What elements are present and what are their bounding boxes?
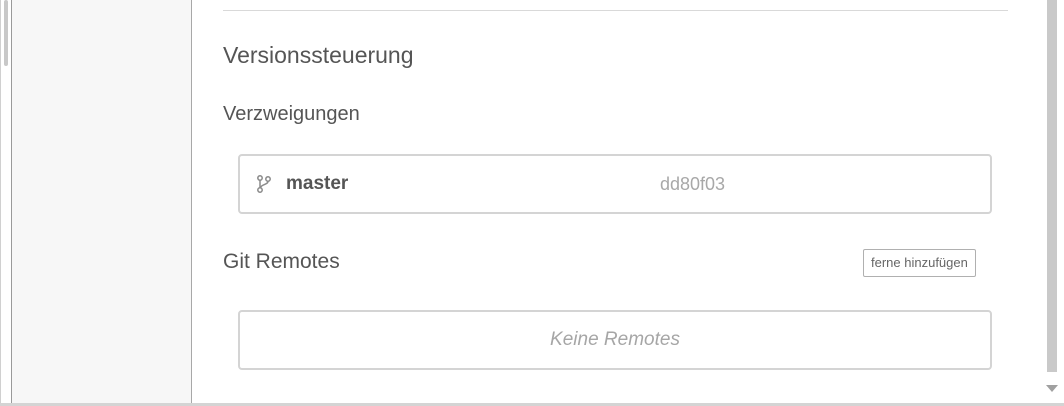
remotes-empty-message: Keine Remotes (550, 329, 680, 350)
section-divider (223, 10, 1008, 11)
git-branch-icon (256, 174, 272, 194)
scrollbar-thumb[interactable] (1047, 0, 1057, 372)
sidebar (12, 0, 192, 404)
branch-list-item[interactable]: master dd80f03 (238, 154, 992, 214)
left-scroll-edge (0, 0, 12, 404)
branch-name: master (286, 173, 349, 194)
vertical-scrollbar[interactable] (1038, 0, 1064, 404)
git-remotes-title: Git Remotes (223, 250, 340, 273)
main-panel: Versionssteuerung Verzweigungen master d… (192, 0, 1038, 404)
remotes-list: Keine Remotes (238, 310, 992, 370)
left-scrollbar-thumb[interactable] (4, 0, 8, 66)
branches-title: Verzweigungen (223, 103, 360, 125)
application-window: Versionssteuerung Verzweigungen master d… (0, 0, 1064, 406)
scroll-down-arrow-icon[interactable] (1046, 385, 1058, 392)
version-control-title: Versionssteuerung (223, 42, 414, 68)
branch-commit-hash: dd80f03 (660, 174, 726, 194)
add-remote-button[interactable]: ferne hinzufügen (863, 249, 976, 277)
